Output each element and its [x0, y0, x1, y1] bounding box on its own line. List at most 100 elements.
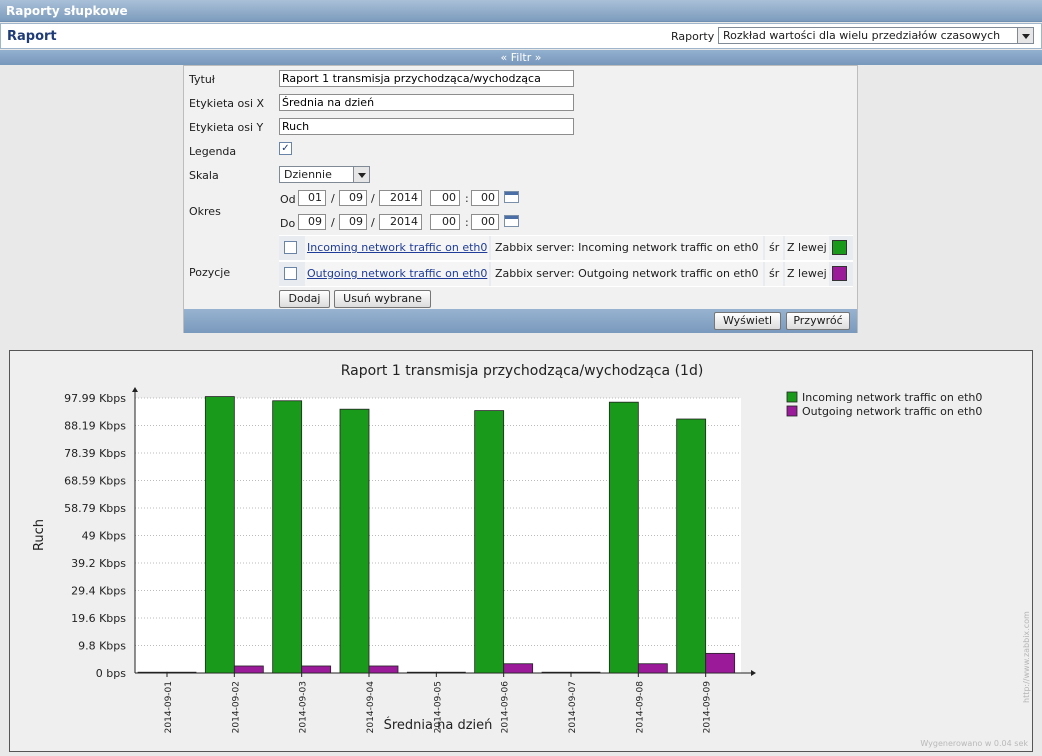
- reports-select-value: Rozkład wartości dla wielu przedziałów c…: [723, 29, 1001, 42]
- ylabel-label: Etykieta osi Y: [189, 121, 264, 134]
- remove-selected-button[interactable]: Usuń wybrane: [334, 290, 431, 308]
- xlabel-label: Etykieta osi X: [189, 97, 265, 110]
- bar-outgoing: [570, 671, 601, 674]
- ylabel-input[interactable]: [279, 118, 574, 135]
- page-title: Raport: [7, 29, 57, 44]
- table-row: Incoming network traffic on eth0 Zabbix …: [279, 236, 853, 260]
- from-year-input[interactable]: 2014: [379, 190, 422, 206]
- from-month-input[interactable]: 09: [339, 190, 367, 206]
- calendar-icon[interactable]: [504, 215, 519, 227]
- from-label: Od: [280, 193, 296, 206]
- y-tick-label: 9.8 Kbps: [78, 640, 126, 653]
- legend-checkbox[interactable]: ✓: [279, 142, 292, 155]
- xlabel-input[interactable]: [279, 94, 574, 111]
- y-tick-label: 0 bps: [96, 667, 126, 680]
- title-input[interactable]: [279, 70, 574, 87]
- y-tick-label: 88.19 Kbps: [64, 420, 126, 433]
- title-label: Tytuł: [189, 73, 215, 86]
- y-tick-label: 29.4 Kbps: [71, 585, 126, 598]
- page-header: Raport Raporty Rozkład wartości dla wiel…: [0, 23, 1042, 49]
- bar-incoming: [339, 408, 370, 674]
- x-tick-label: 2014-09-08: [635, 681, 645, 734]
- to-minute-input[interactable]: 00: [471, 214, 499, 230]
- bar-outgoing: [368, 665, 399, 674]
- bar-incoming: [406, 671, 437, 674]
- x-tick-label: 2014-09-06: [501, 681, 511, 734]
- chevron-down-icon: [353, 167, 369, 182]
- x-axis-label: Średnia na dzień: [384, 717, 493, 733]
- item-function: śr: [765, 236, 783, 260]
- item-color-swatch[interactable]: [832, 240, 847, 255]
- legend-label: Incoming network traffic on eth0: [802, 391, 982, 404]
- from-minute-input[interactable]: 00: [471, 190, 499, 206]
- scale-label: Skala: [189, 169, 219, 182]
- to-month-input[interactable]: 09: [339, 214, 367, 230]
- bar-incoming: [204, 396, 235, 674]
- x-tick-label: 2014-09-09: [703, 681, 713, 734]
- y-tick-label: 97.99 Kbps: [64, 392, 126, 405]
- reset-button[interactable]: Przywróć: [786, 312, 850, 330]
- bar-incoming: [272, 400, 303, 674]
- filter-toggle[interactable]: « Filtr »: [0, 50, 1042, 65]
- reports-select[interactable]: Rozkład wartości dla wielu przedziałów c…: [718, 27, 1034, 44]
- item-checkbox[interactable]: [284, 241, 297, 254]
- x-axis-arrow: [751, 670, 756, 676]
- item-function: śr: [765, 262, 783, 286]
- x-tick-label: 2014-09-02: [231, 681, 241, 733]
- scale-select[interactable]: Dziennie: [279, 166, 370, 183]
- item-axis: Z lewej: [785, 236, 829, 260]
- period-label: Okres: [189, 205, 221, 218]
- bar-outgoing: [705, 652, 736, 674]
- item-link[interactable]: Incoming network traffic on eth0: [305, 236, 489, 260]
- items-table: Incoming network traffic on eth0 Zabbix …: [279, 235, 853, 287]
- from-hour-input[interactable]: 00: [430, 190, 460, 206]
- to-hour-input[interactable]: 00: [430, 214, 460, 230]
- bar-outgoing: [637, 663, 668, 674]
- items-label: Pozycje: [189, 266, 231, 279]
- time-separator: :: [465, 216, 469, 229]
- y-tick-label: 19.6 Kbps: [71, 612, 126, 625]
- bar-outgoing: [166, 671, 197, 674]
- bar-outgoing: [301, 665, 332, 674]
- y-tick-label: 68.59 Kbps: [64, 475, 126, 488]
- reports-label: Raporty: [671, 30, 715, 43]
- date-separator: /: [331, 216, 335, 229]
- item-axis: Z lewej: [785, 262, 829, 286]
- time-separator: :: [465, 192, 469, 205]
- bar-outgoing: [233, 665, 264, 674]
- bar-incoming: [137, 671, 168, 674]
- item-checkbox[interactable]: [284, 267, 297, 280]
- chevron-down-icon: [1017, 28, 1033, 43]
- y-axis-arrow: [132, 387, 138, 392]
- from-day-input[interactable]: 01: [298, 190, 326, 206]
- bar-incoming: [608, 401, 639, 674]
- x-tick-label: 2014-09-03: [299, 681, 309, 733]
- bar-outgoing: [435, 671, 466, 674]
- legend-swatch: [786, 391, 798, 403]
- bar-incoming: [541, 671, 572, 674]
- generated-time: Wygenerowano w 0.04 sek: [920, 739, 1028, 748]
- chart-title: Raport 1 transmisja przychodząca/wychodz…: [341, 363, 704, 379]
- filter-panel: Tytuł Etykieta osi X Etykieta osi Y Lege…: [183, 65, 858, 333]
- bar-outgoing: [503, 663, 534, 674]
- window-title: Raporty słupkowe: [0, 0, 1042, 22]
- legend-label: Legenda: [189, 145, 237, 158]
- bar-chart: Raport 1 transmisja przychodząca/wychodz…: [32, 363, 1031, 734]
- add-button[interactable]: Dodaj: [279, 290, 330, 308]
- item-link[interactable]: Outgoing network traffic on eth0: [305, 262, 489, 286]
- show-button[interactable]: Wyświetl: [714, 312, 781, 330]
- date-separator: /: [371, 192, 375, 205]
- to-label: Do: [280, 217, 296, 230]
- x-tick-label: 2014-09-04: [366, 681, 376, 734]
- y-tick-label: 39.2 Kbps: [71, 557, 126, 570]
- item-full-name: Zabbix server: Incoming network traffic …: [491, 236, 763, 260]
- item-full-name: Zabbix server: Outgoing network traffic …: [491, 262, 763, 286]
- calendar-icon[interactable]: [504, 191, 519, 203]
- bar-incoming: [474, 410, 505, 674]
- item-color-swatch[interactable]: [832, 266, 847, 281]
- scale-select-value: Dziennie: [284, 168, 332, 181]
- to-year-input[interactable]: 2014: [379, 214, 422, 230]
- y-tick-label: 78.39 Kbps: [64, 447, 126, 460]
- filter-footer: Wyświetl Przywróć: [184, 309, 857, 333]
- to-day-input[interactable]: 09: [298, 214, 326, 230]
